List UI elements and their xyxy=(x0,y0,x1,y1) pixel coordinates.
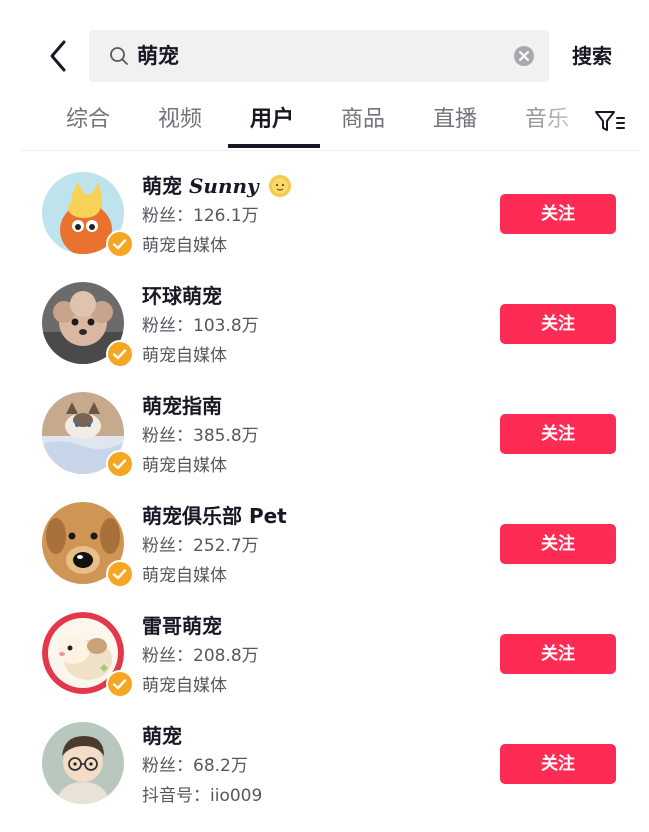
tab-products[interactable]: 商品 xyxy=(321,100,405,146)
filter-icon xyxy=(595,111,625,131)
search-icon xyxy=(110,47,128,65)
follow-button[interactable]: 关注 xyxy=(500,194,616,234)
user-name-text: 萌宠 xyxy=(142,174,182,198)
follow-button[interactable]: 关注 xyxy=(500,414,616,454)
user-name[interactable]: 环球萌宠 xyxy=(142,282,222,310)
search-box[interactable] xyxy=(89,30,549,82)
avatar-container[interactable] xyxy=(42,612,134,698)
douyin-id: 抖音号：iio009 xyxy=(142,786,263,806)
follow-button[interactable]: 关注 xyxy=(500,524,616,564)
search-submit-button[interactable]: 搜索 xyxy=(572,40,612,72)
user-name[interactable]: 雷哥萌宠 xyxy=(142,612,222,640)
user-name[interactable]: 萌宠 xyxy=(142,722,182,750)
tab-videos[interactable]: 视频 xyxy=(138,100,222,146)
tab-users[interactable]: 用户 xyxy=(230,100,314,146)
tab-bar: 综合 视频 用户 商品 直播 音乐 xyxy=(20,100,640,151)
user-row[interactable]: 萌宠 粉丝：68.2万 抖音号：iio009 关注 xyxy=(0,722,649,832)
user-row[interactable]: 萌宠 Sunny 粉丝：126.1万 萌宠自媒体 关注 xyxy=(0,172,649,282)
user-name[interactable]: 萌宠俱乐部 Pet xyxy=(142,502,287,530)
user-row[interactable]: 萌宠俱乐部 Pet 粉丝：252.7万 萌宠自媒体 关注 xyxy=(0,502,649,612)
avatar-container[interactable] xyxy=(42,392,134,478)
filter-button[interactable] xyxy=(593,106,627,136)
avatar-container[interactable] xyxy=(42,282,134,368)
tab-music[interactable]: 音乐 xyxy=(505,100,589,146)
user-description: 萌宠自媒体 xyxy=(142,676,227,696)
user-row[interactable]: 雷哥萌宠 粉丝：208.8万 萌宠自媒体 关注 xyxy=(0,612,649,722)
verified-badge-icon xyxy=(106,560,134,588)
user-name-deco: Sunny xyxy=(188,174,259,198)
user-name[interactable]: 萌宠指南 xyxy=(142,392,222,420)
fans-count: 粉丝：252.7万 xyxy=(142,536,259,556)
user-description: 萌宠自媒体 xyxy=(142,456,227,476)
avatar-container[interactable] xyxy=(42,502,134,588)
fans-count: 粉丝：126.1万 xyxy=(142,206,259,226)
follow-button[interactable]: 关注 xyxy=(500,744,616,784)
chevron-left-icon xyxy=(50,40,66,72)
avatar-container[interactable] xyxy=(42,722,128,808)
cartoon-boy-avatar xyxy=(42,722,124,804)
user-description: 萌宠自媒体 xyxy=(142,346,227,366)
fans-count: 粉丝：208.8万 xyxy=(142,646,259,666)
fans-count: 粉丝：68.2万 xyxy=(142,756,248,776)
fans-count: 粉丝：385.8万 xyxy=(142,426,259,446)
fans-count: 粉丝：103.8万 xyxy=(142,316,259,336)
user-description: 萌宠自媒体 xyxy=(142,566,227,586)
follow-button[interactable]: 关注 xyxy=(500,304,616,344)
clear-icon[interactable] xyxy=(513,45,535,67)
search-header: 搜索 xyxy=(0,0,649,100)
user-name[interactable]: 萌宠 Sunny xyxy=(142,172,292,200)
user-row[interactable]: 环球萌宠 粉丝：103.8万 萌宠自媒体 关注 xyxy=(0,282,649,392)
user-description: 萌宠自媒体 xyxy=(142,236,227,256)
follow-button[interactable]: 关注 xyxy=(500,634,616,674)
tab-comprehensive[interactable]: 综合 xyxy=(46,100,130,146)
avatar-container[interactable] xyxy=(42,172,134,258)
back-button[interactable] xyxy=(40,36,76,76)
tab-live[interactable]: 直播 xyxy=(413,100,497,146)
verified-badge-icon xyxy=(106,670,134,698)
verified-badge-icon xyxy=(106,340,134,368)
sun-emoji-icon xyxy=(268,174,291,197)
verified-badge-icon xyxy=(106,230,134,258)
verified-badge-icon xyxy=(106,450,134,478)
active-tab-indicator xyxy=(228,144,320,148)
search-input[interactable] xyxy=(137,41,487,71)
user-row[interactable]: 萌宠指南 粉丝：385.8万 萌宠自媒体 关注 xyxy=(0,392,649,502)
